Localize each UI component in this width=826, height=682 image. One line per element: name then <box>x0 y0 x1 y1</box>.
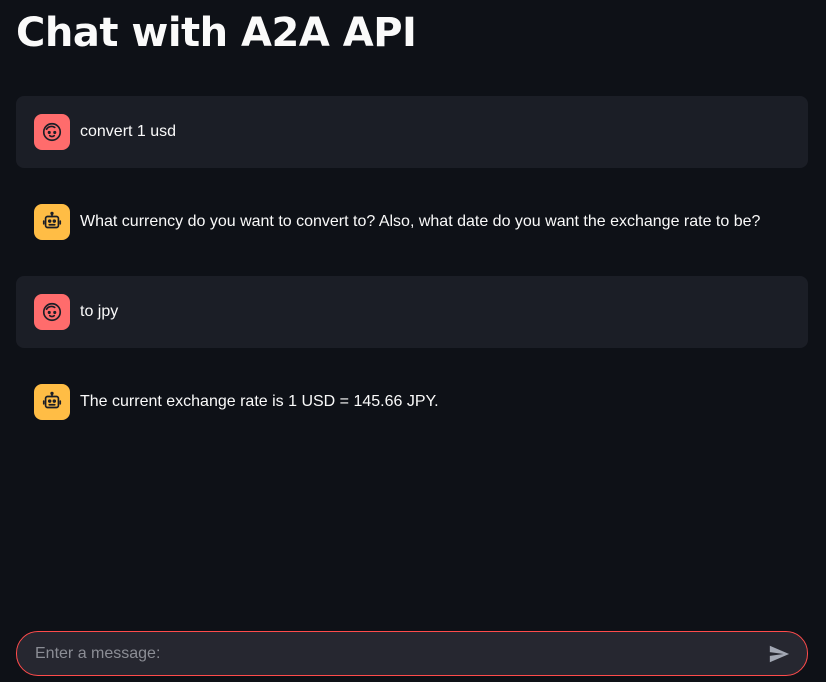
send-icon <box>769 645 790 662</box>
message-text: What currency do you want to convert to?… <box>80 213 761 230</box>
robot-icon <box>34 204 70 240</box>
chat-message-user: convert 1 usd <box>16 96 808 168</box>
chat-message-assistant: The current exchange rate is 1 USD = 145… <box>16 366 808 438</box>
message-text: The current exchange rate is 1 USD = 145… <box>80 393 439 410</box>
user-face-icon <box>34 294 70 330</box>
chat-message-user: to jpy <box>16 276 808 348</box>
chat-input[interactable] <box>17 632 759 675</box>
send-button[interactable] <box>759 634 799 674</box>
chat-input-container <box>16 631 808 676</box>
chat-app: Chat with A2A API convert 1 usd What cur… <box>0 0 826 682</box>
chat-message-assistant: What currency do you want to convert to?… <box>16 186 808 258</box>
robot-icon <box>34 384 70 420</box>
message-text: to jpy <box>80 303 119 320</box>
user-face-icon <box>34 114 70 150</box>
message-text: convert 1 usd <box>80 123 177 140</box>
page-title: Chat with A2A API <box>16 10 417 56</box>
message-list: convert 1 usd What currency do you want … <box>16 96 808 456</box>
